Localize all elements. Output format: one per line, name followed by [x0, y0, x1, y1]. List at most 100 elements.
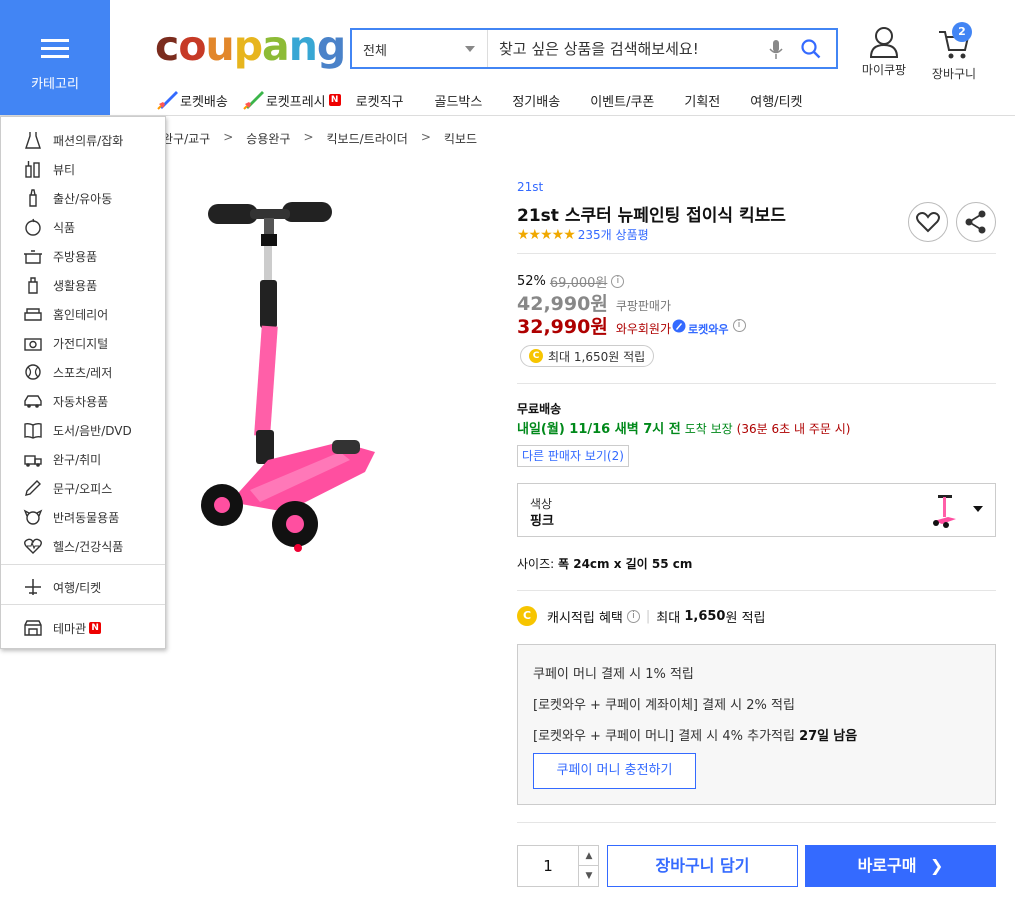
nav-travel[interactable]: 여행/티켓 — [750, 91, 802, 110]
divider — [517, 822, 996, 823]
breadcrumb-item[interactable]: 승용완구 — [246, 130, 290, 147]
share-button[interactable] — [956, 202, 996, 242]
nav-goldbox[interactable]: 골드박스 — [435, 91, 483, 110]
microphone-icon[interactable] — [769, 39, 783, 61]
menu-divider — [1, 564, 165, 565]
quantity-decrease-button[interactable]: ▼ — [578, 866, 599, 886]
theme-store-icon — [24, 620, 42, 636]
category-label: 자동차용품 — [53, 394, 109, 409]
product-image-scooter[interactable] — [190, 190, 390, 565]
category-item-electronics[interactable]: 가전디지털 — [23, 333, 108, 353]
category-dropdown: 패션의류/잡화 뷰티 출산/유아동 식품 주방용품 생활용품 홈인테리어 가전디… — [0, 116, 166, 649]
search-icon[interactable] — [800, 38, 822, 60]
free-shipping-label: 무료배송 — [517, 402, 562, 416]
info-icon[interactable]: i — [611, 275, 625, 288]
nav-exhibition[interactable]: 기획전 — [684, 91, 720, 110]
category-menu-button[interactable]: 카테고리 — [0, 0, 110, 115]
category-label: 가전디지털 — [53, 336, 109, 351]
category-item-toys[interactable]: 완구/취미 — [23, 449, 101, 469]
order-deadline: (36분 6초 내 주문 시) — [736, 422, 851, 436]
option-thumbnail — [933, 495, 956, 528]
cart-label: 장바구니 — [931, 67, 977, 81]
nav-rocket-fresh[interactable]: 로켓프레시 N — [242, 89, 341, 111]
category-item-kitchen[interactable]: 주방용품 — [23, 246, 97, 266]
coupang-logo[interactable]: coupang — [155, 22, 346, 70]
color-option-select[interactable]: 색상 핑크 — [517, 483, 996, 537]
breadcrumb-item[interactable]: 완구/교구 — [162, 130, 210, 147]
detergent-icon — [28, 277, 38, 294]
category-label: 완구/취미 — [53, 452, 102, 467]
discount-rate: 52% — [517, 274, 546, 289]
cart-button[interactable]: 2 장바구니 — [926, 22, 982, 82]
info-icon[interactable]: i — [732, 319, 746, 332]
buy-now-button[interactable]: 바로구매 ❯ — [805, 845, 996, 887]
category-item-fashion[interactable]: 패션의류/잡화 — [23, 130, 123, 150]
nav-label: 정기배송 — [512, 94, 561, 110]
nav-rocket-delivery[interactable]: 로켓배송 — [156, 89, 228, 111]
category-label: 스포츠/레저 — [53, 365, 113, 380]
category-item-food[interactable]: 식품 — [23, 217, 75, 237]
cash-reward-pill: C 최대 1,650원 적립 — [520, 345, 655, 367]
other-sellers-button[interactable]: 다른 판매자 보기(2) — [517, 445, 629, 467]
category-label: 카테고리 — [31, 77, 79, 92]
category-label: 도서/음반/DVD — [53, 423, 132, 438]
size-label: 사이즈: — [517, 557, 555, 571]
nav-rocket-global[interactable]: 로켓직구 — [356, 91, 404, 110]
coupay-benefit-box: 쿠페이 머니 결제 시 1% 적립 [로켓와우 + 쿠페이 계좌이체] 결제 시… — [517, 644, 996, 805]
delivery-estimate: 내일(월) 11/16 새벽 7시 전 도착 보장 (36분 6초 내 주문 시… — [517, 418, 850, 437]
airplane-icon — [25, 579, 41, 595]
category-label: 생활용품 — [53, 278, 98, 293]
breadcrumb-item[interactable]: 킥보드 — [444, 130, 477, 147]
category-item-books[interactable]: 도서/음반/DVD — [23, 420, 132, 440]
brand-link[interactable]: 21st — [517, 180, 543, 194]
rocket-icon — [157, 91, 178, 110]
coupay-benefit-line: [로켓와우 + 쿠페이 계좌이체] 결제 시 2% 적립 — [533, 698, 795, 713]
delivery-date: 내일(월) 11/16 새벽 7시 전 — [517, 422, 681, 437]
category-item-beauty[interactable]: 뷰티 — [23, 159, 75, 179]
category-item-stationery[interactable]: 문구/오피스 — [23, 478, 112, 498]
category-label: 식품 — [53, 220, 76, 235]
my-coupang-button[interactable]: 마이쿠팡 — [858, 26, 910, 78]
pot-icon — [24, 250, 42, 264]
category-item-health[interactable]: 헬스/건강식품 — [23, 536, 123, 556]
info-icon[interactable]: i — [626, 609, 640, 623]
breadcrumb-item[interactable]: 킥보드/트라이더 — [327, 130, 408, 147]
cash-max-prefix: 최대 — [656, 610, 681, 626]
search-scope-select[interactable]: 전체 — [352, 30, 488, 67]
chevron-down-icon — [973, 506, 983, 512]
rocket-wow-badge: 로켓와우 — [688, 323, 729, 336]
coupay-benefit-line: [로켓와우 + 쿠페이 머니] 결제 시 4% 추가적립 27일 남음 — [533, 725, 857, 744]
search-input[interactable]: 찾고 싶은 상품을 검색해보세요! — [499, 38, 699, 59]
add-to-cart-button[interactable]: 장바구니 담기 — [607, 845, 798, 887]
nav-label: 로켓직구 — [355, 94, 404, 110]
heart-icon — [916, 212, 940, 233]
rating-row[interactable]: ★★★★★ 235개 상품평 — [517, 226, 649, 243]
menu-divider — [1, 604, 165, 605]
cash-benefit-row: C 캐시적립 혜택 i | 최대 1,650 원 적립 — [517, 606, 766, 626]
toy-icon — [24, 455, 42, 467]
category-label: 뷰티 — [53, 162, 76, 177]
quantity-input[interactable]: 1 — [518, 846, 578, 886]
coupay-charge-button[interactable]: 쿠페이 머니 충전하기 — [533, 753, 696, 789]
quantity-increase-button[interactable]: ▲ — [578, 846, 599, 866]
chevron-down-icon — [465, 46, 475, 52]
review-count-link[interactable]: 235개 상품평 — [578, 226, 649, 243]
wishlist-button[interactable] — [908, 202, 948, 242]
category-item-sports[interactable]: 스포츠/레저 — [23, 362, 112, 382]
nav-event-coupon[interactable]: 이벤트/쿠폰 — [590, 91, 654, 110]
category-item-baby[interactable]: 출산/유아동 — [23, 188, 112, 208]
nav-subscription[interactable]: 정기배송 — [512, 91, 560, 110]
my-coupang-label: 마이쿠팡 — [861, 63, 907, 77]
category-item-theme[interactable]: 테마관 N — [23, 618, 102, 638]
wow-price-label: 와우회원가 — [615, 322, 672, 336]
category-item-auto[interactable]: 자동차용품 — [23, 391, 108, 411]
category-label: 패션의류/잡화 — [53, 133, 124, 148]
category-item-travel[interactable]: 여행/티켓 — [23, 577, 101, 597]
nav-label: 로켓배송 — [180, 94, 228, 110]
category-item-household[interactable]: 생활용품 — [23, 275, 97, 295]
category-label: 여행/티켓 — [53, 580, 102, 595]
nav-label: 골드박스 — [434, 94, 483, 110]
category-item-pets[interactable]: 반려동물용품 — [23, 507, 119, 527]
coupay-benefit-text: [로켓와우 + 쿠페이 머니] 결제 시 4% 추가적립 — [533, 729, 795, 744]
category-item-interior[interactable]: 홈인테리어 — [23, 304, 108, 324]
